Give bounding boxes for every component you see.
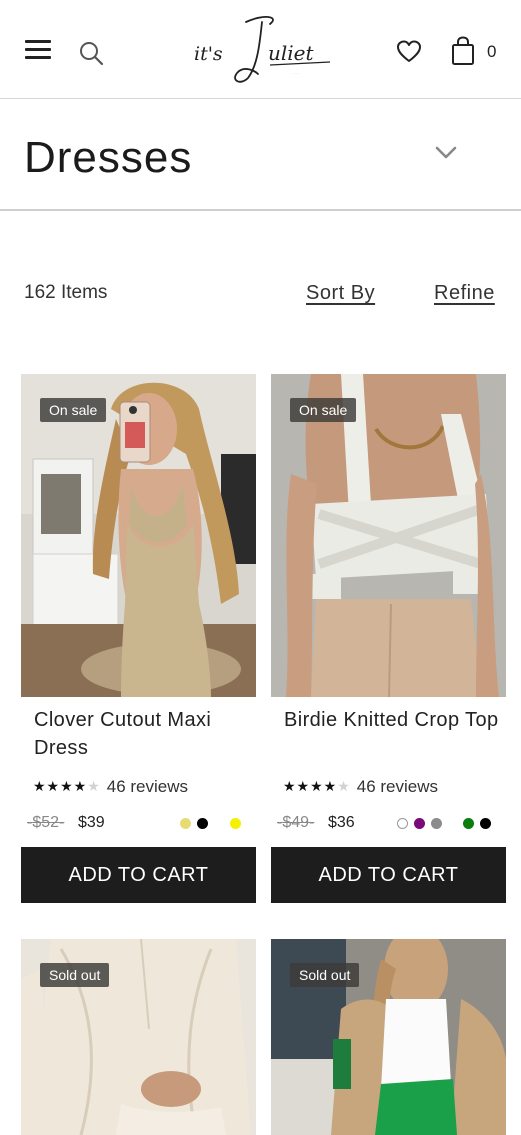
product-rating[interactable]: ★★★★★ 46 reviews [283,776,438,798]
color-swatch[interactable] [463,818,474,829]
price-row: -$49- $36 [277,814,502,836]
product-image[interactable]: Sold out [271,939,506,1135]
add-to-cart-button[interactable]: ADD TO CART [21,847,256,903]
color-swatch[interactable] [197,818,208,829]
original-price: -$52- [27,814,65,831]
color-swatch[interactable] [414,818,425,829]
original-price: -$49- [277,814,315,831]
svg-text:uliet: uliet [268,41,315,65]
sale-badge: On sale [40,398,107,422]
color-swatch[interactable] [480,818,491,829]
color-swatch[interactable] [397,818,408,829]
product-image[interactable]: Sold out [21,939,256,1135]
add-to-cart-button[interactable]: ADD TO CART [271,847,506,903]
sale-price: $36 [328,814,355,831]
product-card[interactable]: On sale Clover Cutout Maxi Dress ★★★★★ 4… [21,374,256,904]
item-count: 162 Items [24,282,108,303]
product-image[interactable]: On sale [21,374,256,697]
svg-text:· · · ·: · · · · [292,71,299,75]
brand-logo[interactable]: it's uliet · · · · [188,10,338,90]
sale-price: $39 [78,814,105,831]
product-rating[interactable]: ★★★★★ 46 reviews [33,776,188,798]
product-image[interactable]: On sale [271,374,506,697]
product-name[interactable]: Clover Cutout Maxi Dress [34,706,249,762]
product-card[interactable]: On sale Birdie Knitted Crop Top ★★★★★ 46… [271,374,506,904]
review-count: 46 reviews [356,777,439,796]
svg-text:it's: it's [194,43,223,65]
search-icon[interactable] [78,40,104,66]
sold-out-badge: Sold out [40,963,110,987]
product-card[interactable]: Sold out [21,939,256,1135]
shopping-bag-icon[interactable] [451,36,475,66]
heart-icon[interactable] [396,39,422,65]
product-card[interactable]: Sold out [271,939,506,1135]
review-count: 46 reviews [106,777,189,796]
product-name[interactable]: Birdie Knitted Crop Top [284,706,499,734]
site-header: it's uliet · · · · 0 [0,0,521,99]
sort-by-link[interactable]: Sort By [306,282,375,305]
category-header[interactable]: Dresses [0,99,521,211]
star-rating: ★★★★★ [283,779,351,795]
sale-badge: On sale [290,398,357,422]
hamburger-menu-icon[interactable] [25,40,51,62]
cart-count[interactable]: 0 [487,42,496,62]
sold-out-badge: Sold out [290,963,360,987]
color-swatch[interactable] [431,818,442,829]
refine-link[interactable]: Refine [434,282,495,305]
chevron-down-icon[interactable] [434,145,458,161]
price-row: -$52- $39 [27,814,252,836]
listing-toolbar: 162 Items Sort By Refine [0,272,521,312]
color-swatch[interactable] [230,818,241,829]
page-title: Dresses [24,133,193,182]
star-rating: ★★★★★ [33,779,101,795]
color-swatch[interactable] [180,818,191,829]
